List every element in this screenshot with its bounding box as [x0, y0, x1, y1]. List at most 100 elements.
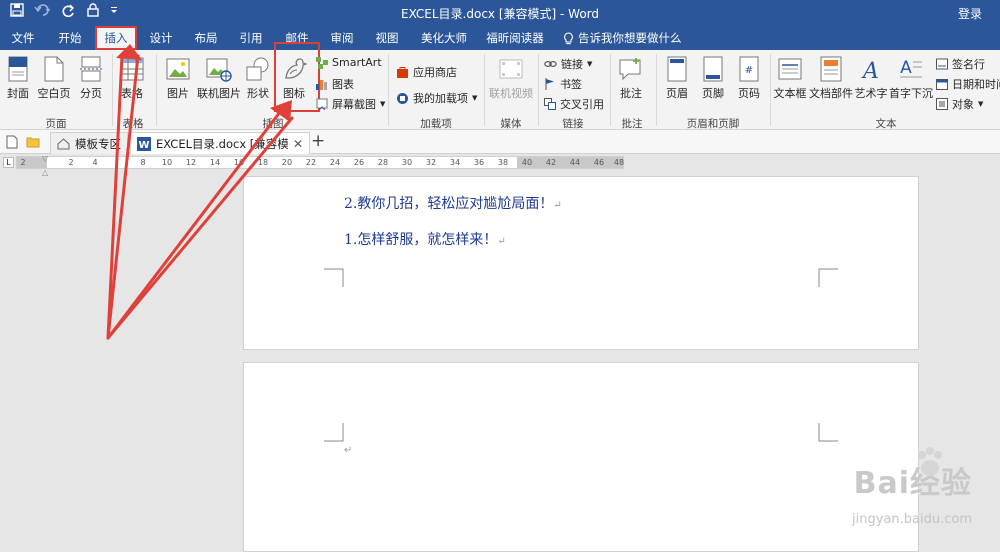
baidu-watermark: Bai经验: [854, 447, 972, 502]
header-label: 页眉: [666, 87, 688, 100]
tab-insert[interactable]: 插入: [95, 26, 137, 50]
ruler-tick: 30: [401, 158, 413, 167]
tab-file[interactable]: 文件: [4, 26, 42, 50]
wordart-button[interactable]: A 艺术字: [854, 56, 888, 101]
tell-me-search[interactable]: 告诉我你想要做什么: [563, 26, 682, 50]
tab-document[interactable]: W EXCEL目录.docx [兼容模式] ✕: [130, 132, 311, 154]
ruler-tick: 40: [521, 158, 533, 167]
login-link[interactable]: 登录: [958, 5, 982, 22]
chart-icon: [316, 80, 327, 90]
blank-page-button[interactable]: 空白页: [36, 56, 72, 101]
document-line-1[interactable]: 2.教你几招，轻松应对尴尬局面！↵: [344, 193, 562, 213]
ribbon: 封面 空白页 分页 页面 表格 表格 图片 联机图片 形状 图标 SmartAr…: [0, 42, 1000, 130]
tab-design[interactable]: 设计: [142, 26, 180, 50]
page-break-icon: [80, 56, 102, 82]
smartart-button[interactable]: SmartArt: [316, 56, 382, 69]
lightbulb-icon: [564, 31, 573, 44]
group-separator: [656, 54, 657, 126]
bookmark-icon: [545, 78, 554, 90]
header-button[interactable]: 页眉: [660, 56, 694, 101]
tab-document-label: EXCEL目录.docx [兼容模式]: [156, 136, 288, 151]
object-button[interactable]: 对象 ▼: [936, 96, 983, 112]
textbox-label: 文本框: [773, 87, 807, 100]
tab-layout[interactable]: 布局: [186, 26, 226, 50]
ruler-tick: 26: [353, 158, 365, 167]
cross-reference-icon: [544, 98, 556, 110]
screenshot-button[interactable]: 屏幕截图 ▼: [316, 96, 385, 112]
crop-mark-top-right: [818, 423, 838, 442]
quick-parts-icon: [820, 56, 842, 82]
my-addins-icon: [397, 92, 408, 104]
document-line-2[interactable]: 1.怎样舒服，就怎样来！↵: [344, 229, 506, 249]
cross-reference-label: 交叉引用: [560, 98, 604, 111]
close-icon[interactable]: ✕: [293, 134, 303, 154]
table-group-label: 表格: [122, 118, 144, 130]
datetime-button[interactable]: 日期和时间: [936, 76, 1000, 92]
signature-line-button[interactable]: 签名行: [936, 56, 985, 72]
home-icon: [57, 137, 70, 149]
page-number-label: 页码: [738, 87, 760, 100]
tab-selector[interactable]: L: [3, 157, 14, 168]
screenshot-icon: [316, 98, 328, 110]
pages-group-label: 页面: [45, 118, 67, 130]
tab-home[interactable]: 开始: [50, 26, 90, 50]
horizontal-ruler[interactable]: 2 2 4 8 10 12 14 16 18 20 22 24 26 28 30…: [16, 156, 624, 169]
online-picture-icon: [206, 58, 232, 82]
comment-icon: [619, 58, 641, 81]
cover-page-label: 封面: [7, 87, 29, 100]
online-video-button[interactable]: 联机视频: [488, 56, 534, 101]
document-page-1[interactable]: 2.教你几招，轻松应对尴尬局面！↵ 1.怎样舒服，就怎样来！↵: [243, 176, 919, 350]
table-button[interactable]: 表格: [116, 56, 148, 101]
screenshot-label: 屏幕截图: [332, 98, 376, 111]
group-separator: [156, 54, 157, 126]
link-button[interactable]: 链接 ▼: [544, 56, 592, 72]
new-document-icon[interactable]: [6, 135, 18, 152]
footer-button[interactable]: 页脚: [696, 56, 730, 101]
folder-icon[interactable]: [26, 136, 40, 151]
page-number-button[interactable]: # 页码: [732, 56, 766, 101]
object-icon: [936, 98, 948, 110]
crop-mark-top-left: [324, 423, 344, 442]
my-addins-label: 我的加载项: [413, 92, 468, 105]
shapes-button[interactable]: 形状: [244, 56, 272, 101]
chevron-down-icon: ▼: [587, 60, 593, 68]
dropcap-button[interactable]: A 首字下沉: [888, 56, 934, 101]
comment-button[interactable]: 批注: [614, 56, 648, 101]
picture-icon: [166, 58, 190, 80]
hanging-indent-marker[interactable]: △: [42, 168, 48, 177]
cover-page-button[interactable]: 封面: [4, 56, 32, 101]
bookmark-label: 书签: [560, 78, 582, 91]
ruler-tick: 16: [233, 158, 245, 167]
page-break-button[interactable]: 分页: [76, 56, 106, 101]
tab-template-zone-label: 模板专区: [75, 136, 121, 151]
indent-marker[interactable]: ▽: [42, 154, 48, 163]
tab-template-zone[interactable]: 模板专区: [50, 132, 128, 154]
word-doc-icon: W: [137, 136, 151, 151]
tab-references[interactable]: 引用: [232, 26, 270, 50]
ruler-tick: 38: [497, 158, 509, 167]
store-button[interactable]: 应用商店: [396, 64, 457, 80]
tab-view[interactable]: 视图: [367, 26, 407, 50]
add-tab-button[interactable]: +: [311, 131, 325, 151]
crop-mark-bottom-left: [324, 268, 344, 287]
document-tabs-bar: 模板专区 W EXCEL目录.docx [兼容模式] ✕ +: [0, 130, 1000, 154]
document-page-2[interactable]: ↵: [243, 362, 919, 552]
svg-text:A: A: [861, 59, 879, 82]
group-separator: [610, 54, 611, 126]
cross-reference-button[interactable]: 交叉引用: [544, 96, 604, 112]
picture-button[interactable]: 图片: [162, 56, 194, 101]
ruler-tick: 28: [377, 158, 389, 167]
store-icon: [397, 66, 408, 78]
textbox-button[interactable]: 文本框: [772, 56, 808, 101]
tab-beautify-master[interactable]: 美化大师: [412, 26, 476, 50]
bookmark-button[interactable]: 书签: [544, 76, 582, 92]
my-addins-button[interactable]: 我的加载项 ▼: [396, 90, 477, 106]
tab-foxit-reader[interactable]: 福昕阅读器: [484, 26, 546, 50]
comment-label: 批注: [620, 87, 642, 100]
store-label: 应用商店: [413, 66, 457, 79]
tab-review[interactable]: 审阅: [322, 26, 362, 50]
title-bar: EXCEL目录.docx [兼容模式] - Word 登录: [0, 0, 1000, 26]
quick-parts-button[interactable]: 文档部件: [808, 56, 854, 101]
chart-button[interactable]: 图表: [316, 76, 354, 92]
online-picture-button[interactable]: 联机图片: [196, 56, 242, 101]
